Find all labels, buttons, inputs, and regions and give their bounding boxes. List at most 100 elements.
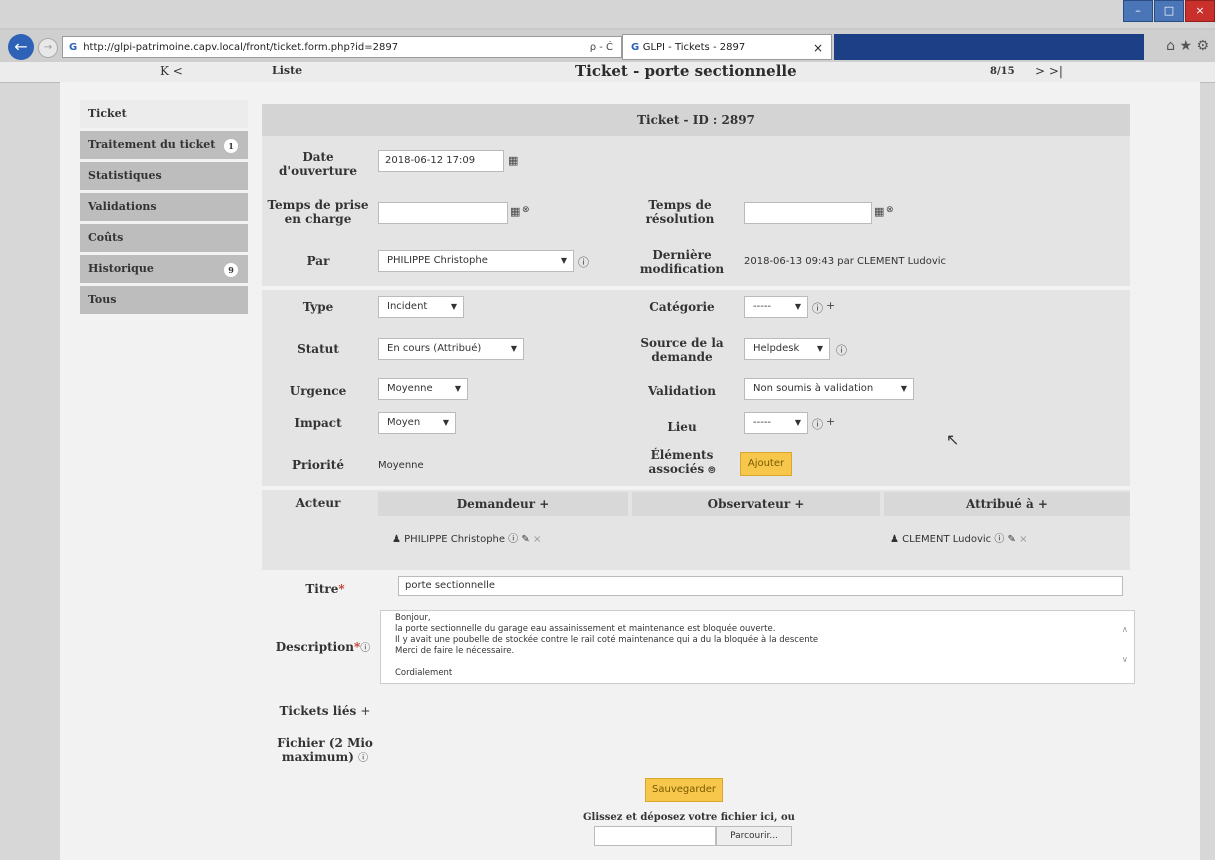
date-opening-field[interactable]: 2018-06-12 17:09 xyxy=(378,150,504,172)
calendar-icon[interactable]: ▦ xyxy=(510,205,520,218)
info-icon[interactable]: ⓘ xyxy=(812,416,823,432)
info-icon[interactable]: ⓘ xyxy=(578,254,589,270)
status-label: Statut xyxy=(297,342,339,356)
source-label: Source de la demande xyxy=(640,336,724,364)
chevron-down-icon: ▼ xyxy=(794,302,801,311)
take-time-field[interactable] xyxy=(378,202,508,224)
actor-label: Acteur xyxy=(295,496,341,510)
sidebar-item-label: Ticket xyxy=(88,107,127,120)
back-arrow-icon[interactable]: ← xyxy=(8,34,34,60)
plus-icon[interactable]: + xyxy=(360,704,370,718)
info-icon[interactable]: ⓘ xyxy=(812,300,823,316)
toggle-icon[interactable]: ⦾ xyxy=(708,466,715,476)
take-time-label: Temps de prise en charge xyxy=(267,198,369,226)
ticket-header: Ticket - ID : 2897 xyxy=(262,104,1130,136)
resolution-label: Temps de résolution xyxy=(645,198,715,226)
plus-icon[interactable]: + xyxy=(826,299,835,312)
by-select[interactable]: PHILIPPE Christophe ▼ xyxy=(378,250,574,272)
pencil-icon[interactable]: ✎ xyxy=(1008,534,1016,545)
by-select-value: PHILIPPE Christophe xyxy=(387,255,488,266)
scroll-down-icon[interactable]: ∨ xyxy=(1122,655,1128,666)
browser-tab[interactable]: G GLPI - Tickets - 2897 × xyxy=(622,34,832,60)
window-titlebar xyxy=(0,0,1215,28)
source-select[interactable]: Helpdesk ▼ xyxy=(744,338,830,360)
minimize-button[interactable]: – xyxy=(1123,0,1153,22)
file-label: Fichier (2 Mio maximum) ⓘ xyxy=(270,736,380,766)
scroll-up-icon[interactable]: ∧ xyxy=(1122,625,1128,636)
category-label: Catégorie xyxy=(649,300,715,314)
info-icon[interactable]: ⓘ xyxy=(358,753,368,764)
save-button[interactable]: Sauvegarder xyxy=(645,778,723,802)
sidebar: Ticket Traitement du ticket 1 Statistique… xyxy=(80,100,248,317)
prev-ticket-nav[interactable]: K < xyxy=(160,64,183,78)
description-textarea[interactable]: Bonjour, la porte sectionnelle du garage… xyxy=(380,610,1135,684)
location-label: Lieu xyxy=(667,420,697,434)
assoc-label-text: Éléments associés xyxy=(648,448,714,476)
location-select-value: ----- xyxy=(753,417,772,428)
search-refresh-icon[interactable]: ρ - Ċ xyxy=(590,37,613,59)
list-link[interactable]: Liste xyxy=(272,64,302,77)
user-icon: ♟ xyxy=(890,534,899,545)
plus-icon[interactable]: + xyxy=(826,415,835,428)
add-item-button[interactable]: Ajouter xyxy=(740,452,792,476)
validation-select[interactable]: Non soumis à validation ▼ xyxy=(744,378,914,400)
requester-entry: ♟ PHILIPPE Christophe ⓘ ✎ × xyxy=(392,530,541,545)
clear-icon[interactable]: ⊗ xyxy=(886,205,894,215)
dropzone-text: Glissez et déposez votre fichier ici, ou xyxy=(583,812,795,823)
info-icon[interactable]: ⓘ xyxy=(836,342,847,358)
title-label: Titre* xyxy=(270,582,380,596)
type-select[interactable]: Incident ▼ xyxy=(378,296,464,318)
browse-button[interactable]: Parcourir... xyxy=(716,826,792,846)
observer-header[interactable]: Observateur + xyxy=(632,492,880,516)
delete-icon[interactable]: × xyxy=(533,534,541,545)
sidebar-item-label: Statistiques xyxy=(88,169,162,182)
validation-label: Validation xyxy=(647,384,717,398)
chevron-down-icon: ▼ xyxy=(510,344,517,353)
sidebar-item-ticket[interactable]: Ticket xyxy=(80,100,248,128)
status-select[interactable]: En cours (Attribué) ▼ xyxy=(378,338,524,360)
next-ticket-nav[interactable]: > >| xyxy=(1035,64,1063,78)
pencil-icon[interactable]: ✎ xyxy=(521,534,529,545)
info-icon[interactable]: ⓘ xyxy=(994,534,1004,545)
description-line: Merci de faire le nécessaire. xyxy=(395,646,515,656)
delete-icon[interactable]: × xyxy=(1019,534,1027,545)
urgency-select[interactable]: Moyenne ▼ xyxy=(378,378,468,400)
browser-chrome: – □ × ← → Ghttp://glpi-patrimoine.capv.l… xyxy=(0,0,1215,62)
impact-select[interactable]: Moyen ▼ xyxy=(378,412,456,434)
forward-arrow-icon[interactable]: → xyxy=(38,38,58,58)
home-star-gear-icon[interactable]: ⌂ ★ ⚙ xyxy=(1166,38,1209,54)
assigned-header[interactable]: Attribué à + xyxy=(884,492,1130,516)
category-select[interactable]: ----- ▼ xyxy=(744,296,808,318)
sidebar-item-tous[interactable]: Tous xyxy=(80,286,248,314)
sidebar-item-validations[interactable]: Validations xyxy=(80,193,248,221)
sidebar-item-historique[interactable]: Historique 9 xyxy=(80,255,248,283)
type-select-value: Incident xyxy=(387,301,428,312)
requester-header[interactable]: Demandeur + xyxy=(378,492,628,516)
description-label-text: Description xyxy=(275,640,354,654)
calendar-icon[interactable]: ▦ xyxy=(508,154,518,167)
status-select-value: En cours (Attribué) xyxy=(387,343,482,354)
location-select[interactable]: ----- ▼ xyxy=(744,412,808,434)
site-favicon-icon: G xyxy=(69,42,78,53)
sidebar-item-label: Traitement du ticket xyxy=(88,138,216,151)
file-path-field[interactable] xyxy=(594,826,716,846)
linked-label-text: Tickets liés xyxy=(279,704,357,718)
priority-label: Priorité xyxy=(292,458,344,472)
sidebar-item-couts[interactable]: Coûts xyxy=(80,224,248,252)
sidebar-item-statistiques[interactable]: Statistiques xyxy=(80,162,248,190)
calendar-icon[interactable]: ▦ xyxy=(874,205,884,218)
url-text: http://glpi-patrimoine.capv.local/front/… xyxy=(83,42,399,53)
title-input[interactable]: porte sectionnelle xyxy=(398,576,1123,596)
resolution-field[interactable] xyxy=(744,202,872,224)
maximize-button[interactable]: □ xyxy=(1154,0,1184,22)
impact-label: Impact xyxy=(294,416,342,430)
info-icon[interactable]: ⓘ xyxy=(508,534,518,545)
window-controls: – □ × xyxy=(1122,0,1215,22)
tab-close-icon[interactable]: × xyxy=(813,35,823,61)
assoc-label: Éléments associés ⦾ xyxy=(630,448,734,478)
address-bar[interactable]: Ghttp://glpi-patrimoine.capv.local/front… xyxy=(62,36,622,58)
clear-icon[interactable]: ⊗ xyxy=(522,205,530,215)
info-icon[interactable]: ⓘ xyxy=(360,643,370,654)
sidebar-item-traitement[interactable]: Traitement du ticket 1 xyxy=(80,131,248,159)
close-window-button[interactable]: × xyxy=(1185,0,1215,22)
